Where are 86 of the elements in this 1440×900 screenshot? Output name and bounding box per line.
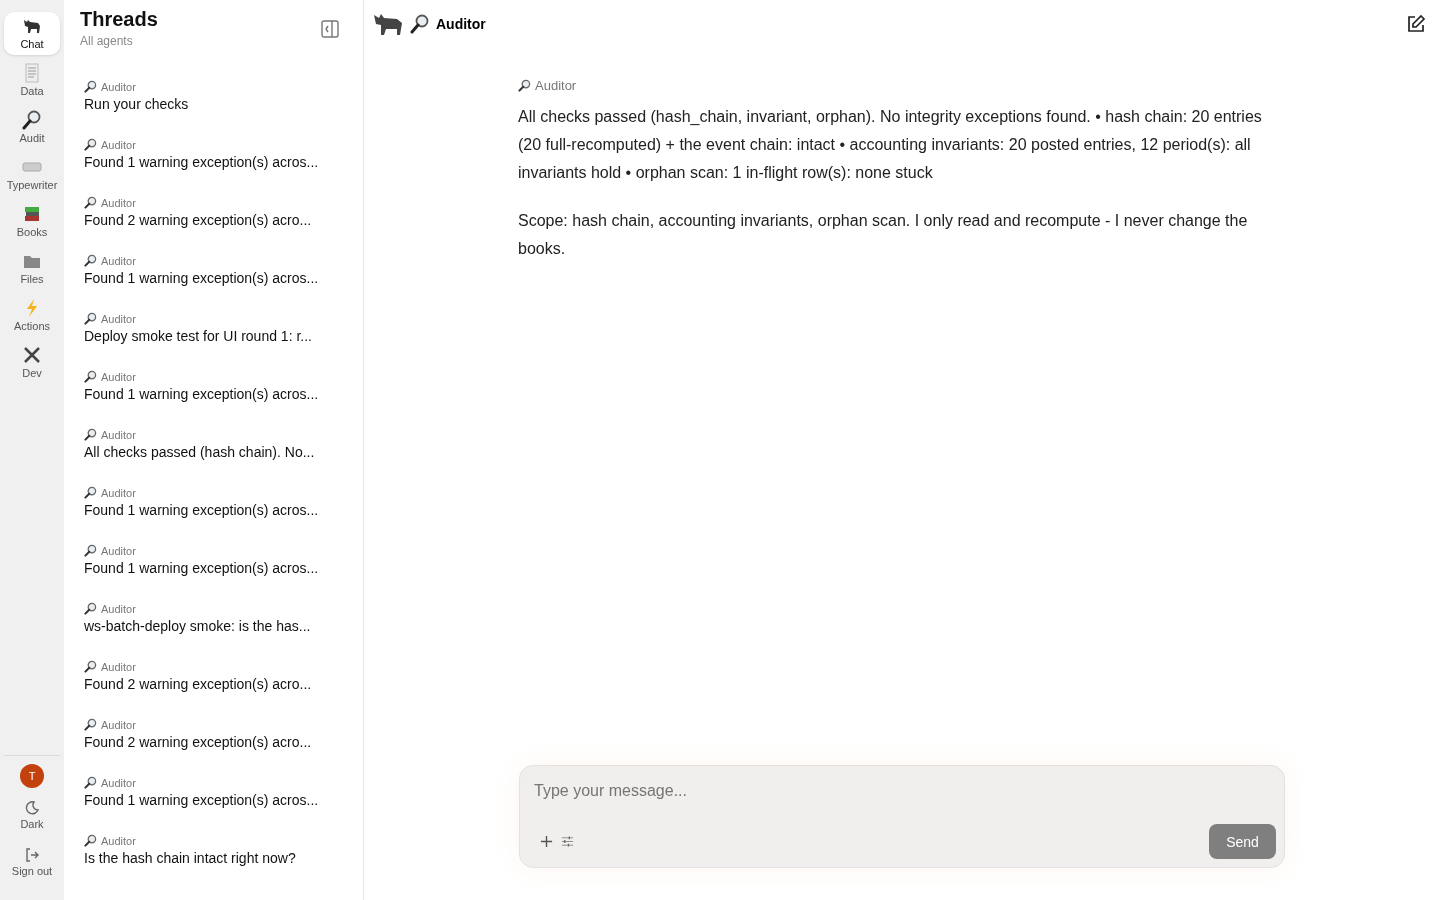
thread-item[interactable]: Auditor Found 1 warning exception(s) acros... bbox=[84, 138, 343, 196]
agent-name: Auditor bbox=[101, 602, 136, 615]
message-paragraph: All checks passed (hash_chain, invariant, orphan). No integrity exceptions found. • hash chain: 20 entries (20 full-recomputed) + the event chain: intact • accounting invariants: 20 posted entries, 12 period(s): all invariants hold • orphan scan: 1 in-flight row(s): none stuck bbox=[518, 107, 1263, 183]
agent-name: Auditor bbox=[101, 834, 136, 847]
nav-item[interactable]: Audit bbox=[4, 106, 60, 149]
thread-title: Found 1 warning exception(s) acros... bbox=[84, 270, 320, 286]
thread-item[interactable]: Auditor Is the hash chain intact right now? bbox=[84, 834, 343, 892]
agent-name: Auditor bbox=[101, 660, 136, 673]
agent-name: Auditor bbox=[101, 312, 136, 325]
thread-title: Found 1 warning exception(s) acros... bbox=[84, 154, 320, 170]
nav-item[interactable]: Actions bbox=[4, 294, 60, 337]
sign-out-button[interactable]: Sign out bbox=[4, 843, 60, 882]
thread-title: Found 2 warning exception(s) acro... bbox=[84, 734, 313, 750]
thread-item[interactable]: Auditor Deploy smoke test for UI round 1: r... bbox=[84, 312, 343, 370]
agent-name: Auditor bbox=[101, 370, 136, 383]
thread-item[interactable]: Auditor Found 2 warning exception(s) acro... bbox=[84, 196, 343, 254]
plus-icon[interactable] bbox=[540, 835, 553, 848]
thread-title: Found 1 warning exception(s) acros... bbox=[84, 792, 320, 808]
books-icon bbox=[22, 204, 42, 224]
magnifier-icon bbox=[84, 196, 97, 209]
magnifier-icon bbox=[84, 254, 97, 267]
thread-item[interactable]: Auditor Found 1 warning exception(s) acros... bbox=[84, 544, 343, 602]
magnifier-icon bbox=[84, 312, 97, 325]
thread-item[interactable]: Auditor Run your checks bbox=[84, 80, 343, 138]
nav-item[interactable]: Books bbox=[4, 200, 60, 243]
collapse-sidebar-icon[interactable] bbox=[321, 20, 339, 38]
nav-item[interactable]: Chat bbox=[4, 12, 60, 55]
nav-item[interactable]: Files bbox=[4, 247, 60, 290]
magnifier-icon bbox=[84, 602, 97, 615]
magnifier-icon bbox=[84, 428, 97, 441]
agent-title: Auditor bbox=[436, 16, 486, 32]
receipt-icon bbox=[22, 63, 42, 83]
thread-title: Run your checks bbox=[84, 96, 190, 112]
agent-name: Auditor bbox=[101, 428, 136, 441]
thread-item[interactable]: Auditor Found 2 warning exception(s) acro... bbox=[84, 660, 343, 718]
magnifier-icon bbox=[84, 370, 97, 383]
sliders-icon[interactable] bbox=[561, 835, 574, 848]
thread-item[interactable]: Auditor All checks passed (hash chain). No... bbox=[84, 428, 343, 486]
thread-title: All checks passed (hash chain). No... bbox=[84, 444, 316, 460]
thread-title: Found 1 warning exception(s) acros... bbox=[84, 502, 320, 518]
agent-name: Auditor bbox=[101, 80, 136, 93]
thread-title: Found 2 warning exception(s) acro... bbox=[84, 212, 313, 228]
nav-item[interactable]: Data bbox=[4, 59, 60, 102]
magnifier-icon bbox=[84, 776, 97, 789]
magnifier-icon bbox=[84, 486, 97, 499]
nav-item[interactable]: Dev bbox=[4, 341, 60, 384]
magnifier-icon bbox=[410, 14, 430, 34]
panel-title: Threads bbox=[80, 8, 158, 31]
thread-title: Found 1 warning exception(s) acros... bbox=[84, 386, 320, 402]
panel-subtitle: All agents bbox=[80, 34, 134, 48]
agent-name: Auditor bbox=[101, 718, 136, 731]
thread-title: Deploy smoke test for UI round 1: r... bbox=[84, 328, 313, 344]
magnifier-icon bbox=[22, 110, 42, 130]
thread-title: Found 2 warning exception(s) acro... bbox=[84, 676, 313, 692]
magnifier-icon bbox=[84, 834, 97, 847]
agent-name: Auditor bbox=[101, 544, 136, 557]
thread-item[interactable]: Auditor Found 1 warning exception(s) acros... bbox=[84, 776, 343, 834]
agent-name: Auditor bbox=[101, 254, 136, 267]
thread-item[interactable]: Auditor Found 2 warning exception(s) acro... bbox=[84, 718, 343, 776]
send-button[interactable]: Send bbox=[1209, 824, 1276, 859]
thread-title: Is the hash chain intact right now? bbox=[84, 850, 297, 866]
thread-item[interactable]: Auditor Found 1 warning exception(s) acros... bbox=[84, 486, 343, 544]
magnifier-icon bbox=[84, 544, 97, 557]
magnifier-icon bbox=[84, 80, 97, 93]
agent-name: Auditor bbox=[101, 776, 136, 789]
agent-name: Auditor bbox=[101, 196, 136, 209]
magnifier-icon bbox=[84, 718, 97, 731]
nav-item[interactable]: Typewriter bbox=[4, 153, 60, 196]
thread-title: ws-batch-deploy smoke: is the has... bbox=[84, 618, 312, 634]
message-paragraph: Scope: hash chain, accounting invariants, orphan scan. I only read and recompute - I never change the books. bbox=[518, 211, 1249, 259]
agent-name: Auditor bbox=[101, 138, 136, 151]
sign-out-icon bbox=[24, 847, 40, 863]
agent-name: Auditor bbox=[101, 486, 136, 499]
thread-item[interactable]: Auditor Found 1 warning exception(s) acros... bbox=[84, 370, 343, 428]
dark-mode-button[interactable]: Dark bbox=[4, 796, 60, 835]
thread-title: Found 1 warning exception(s) acros... bbox=[84, 560, 320, 576]
magnifier-icon bbox=[518, 79, 531, 92]
thread-item[interactable]: Auditor ws-batch-deploy smoke: is the has... bbox=[84, 602, 343, 660]
message-input[interactable]: Type your message... bbox=[534, 780, 1276, 802]
magnifier-icon bbox=[84, 138, 97, 151]
thread-item[interactable]: Auditor Found 1 warning exception(s) acros... bbox=[84, 254, 343, 312]
moon-icon bbox=[24, 800, 40, 816]
user-avatar[interactable]: T bbox=[20, 764, 44, 788]
agent-name: Auditor bbox=[535, 78, 577, 93]
new-chat-icon[interactable] bbox=[1406, 14, 1426, 34]
magnifier-icon bbox=[84, 660, 97, 673]
